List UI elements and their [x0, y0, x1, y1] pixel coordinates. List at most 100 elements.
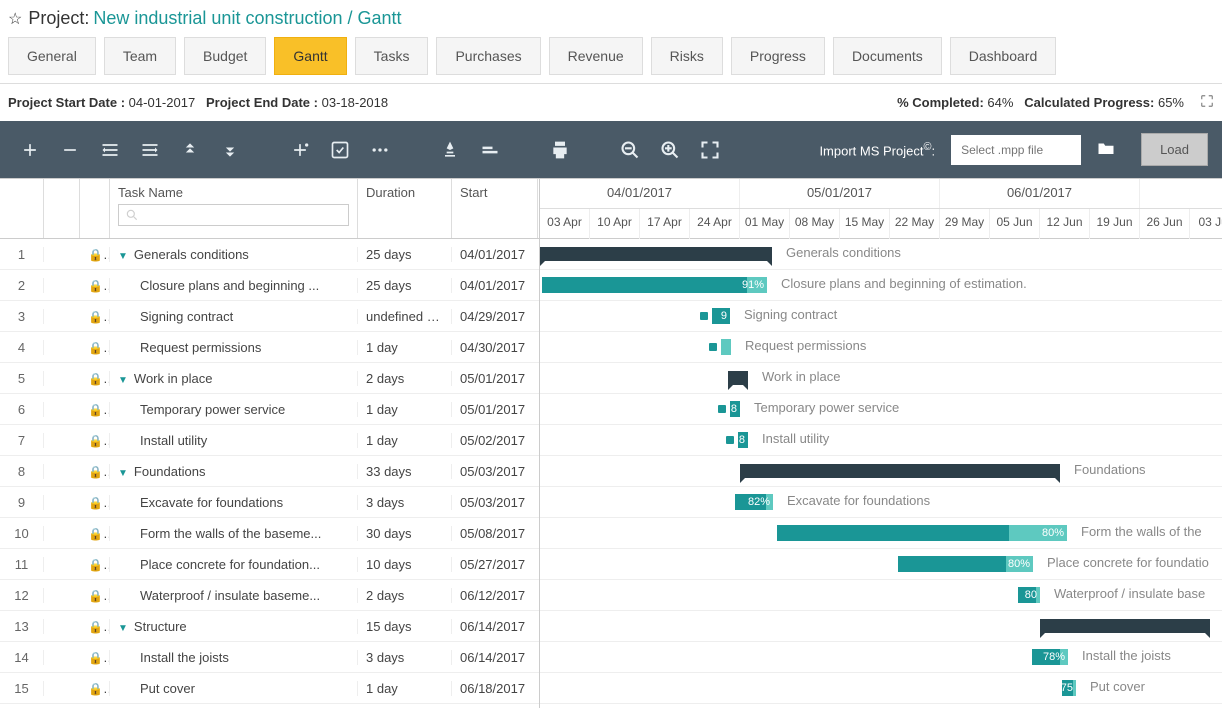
zoom-out-icon[interactable]	[614, 136, 646, 164]
task-row[interactable]: 10🔒Form the walls of the baseme...30 day…	[0, 518, 539, 549]
start-cell[interactable]: 04/01/2017	[452, 278, 538, 293]
lock-icon[interactable]: 🔒	[80, 278, 110, 293]
timeline-row[interactable]: Stru	[540, 611, 1222, 642]
outdent-icon[interactable]	[94, 136, 126, 164]
lock-icon[interactable]: 🔒	[80, 464, 110, 479]
timeline-row[interactable]: 9Signing contract	[540, 301, 1222, 332]
indent-icon[interactable]	[134, 136, 166, 164]
task-bar[interactable]: 80%	[777, 525, 1067, 541]
summary-bar[interactable]	[728, 371, 748, 385]
start-cell[interactable]: 06/12/2017	[452, 588, 538, 603]
print-icon[interactable]	[544, 136, 576, 164]
duration-cell[interactable]: 33 days	[358, 464, 452, 479]
task-row[interactable]: 2🔒Closure plans and beginning ...25 days…	[0, 270, 539, 301]
task-name-cell[interactable]: Put cover	[110, 681, 358, 696]
task-row[interactable]: 12🔒Waterproof / insulate baseme...2 days…	[0, 580, 539, 611]
tab-general[interactable]: General	[8, 37, 96, 75]
zoom-fit-icon[interactable]	[694, 136, 726, 164]
task-row[interactable]: 13🔒▼Structure15 days06/14/2017	[0, 611, 539, 642]
task-bar[interactable]: 82%	[735, 494, 773, 510]
favorite-star-icon[interactable]: ☆	[8, 9, 22, 29]
timeline-row[interactable]: 78%Install the joists	[540, 642, 1222, 673]
baseline-icon[interactable]	[474, 136, 506, 164]
tab-gantt[interactable]: Gantt	[274, 37, 346, 75]
duration-cell[interactable]: 30 days	[358, 526, 452, 541]
task-bar[interactable]: 91%	[542, 277, 767, 293]
task-row[interactable]: 8🔒▼Foundations33 days05/03/2017	[0, 456, 539, 487]
link-handle-icon[interactable]	[700, 312, 708, 320]
task-name-cell[interactable]: Waterproof / insulate baseme...	[110, 588, 358, 603]
task-bar[interactable]	[721, 339, 731, 355]
start-cell[interactable]: 05/27/2017	[452, 557, 538, 572]
lock-icon[interactable]: 🔒	[80, 495, 110, 510]
duration-cell[interactable]: 25 days	[358, 247, 452, 262]
task-name-cell[interactable]: ▼Generals conditions	[110, 247, 358, 262]
timeline-row[interactable]: 80%Place concrete for foundatio	[540, 549, 1222, 580]
task-row[interactable]: 11🔒Place concrete for foundation...10 da…	[0, 549, 539, 580]
start-cell[interactable]: 05/03/2017	[452, 495, 538, 510]
timeline-row[interactable]: 82%Excavate for foundations	[540, 487, 1222, 518]
task-row[interactable]: 3🔒Signing contractundefined d...04/29/20…	[0, 301, 539, 332]
timeline-row[interactable]: 75Put cover	[540, 673, 1222, 704]
start-cell[interactable]: 05/03/2017	[452, 464, 538, 479]
load-button[interactable]: Load	[1141, 133, 1208, 166]
checklist-icon[interactable]	[324, 136, 356, 164]
summary-bar[interactable]	[1040, 619, 1210, 633]
expand-caret-icon[interactable]: ▼	[118, 623, 128, 634]
file-input[interactable]	[951, 135, 1081, 165]
start-cell[interactable]: 04/29/2017	[452, 309, 538, 324]
task-row[interactable]: 9🔒Excavate for foundations3 days05/03/20…	[0, 487, 539, 518]
start-cell[interactable]: 06/14/2017	[452, 619, 538, 634]
remove-task-icon[interactable]	[54, 136, 86, 164]
tab-progress[interactable]: Progress	[731, 37, 825, 75]
duration-cell[interactable]: 1 day	[358, 433, 452, 448]
task-row[interactable]: 6🔒Temporary power service1 day05/01/2017	[0, 394, 539, 425]
task-bar[interactable]: 78%	[1032, 649, 1068, 665]
task-row[interactable]: 4🔒Request permissions1 day04/30/2017	[0, 332, 539, 363]
task-row[interactable]: 1🔒▼Generals conditions25 days04/01/2017	[0, 239, 539, 270]
duration-cell[interactable]: 1 day	[358, 402, 452, 417]
task-search-input[interactable]	[118, 204, 349, 226]
duration-cell[interactable]: 2 days	[358, 371, 452, 386]
task-bar[interactable]: 8	[738, 432, 748, 448]
start-cell[interactable]: 04/01/2017	[452, 247, 538, 262]
lock-icon[interactable]: 🔒	[80, 309, 110, 324]
lock-icon[interactable]: 🔒	[80, 433, 110, 448]
timeline-body[interactable]: Generals conditions91%Closure plans and …	[540, 239, 1222, 704]
duration-cell[interactable]: 3 days	[358, 495, 452, 510]
lock-icon[interactable]: 🔒	[80, 557, 110, 572]
task-name-cell[interactable]: Form the walls of the baseme...	[110, 526, 358, 541]
task-bar[interactable]: 75	[1062, 680, 1076, 696]
zoom-in-icon[interactable]	[654, 136, 686, 164]
start-cell[interactable]: 06/18/2017	[452, 681, 538, 696]
task-bar[interactable]: 9	[712, 308, 730, 324]
tab-budget[interactable]: Budget	[184, 37, 266, 75]
task-bar[interactable]: 8	[730, 401, 740, 417]
start-cell[interactable]: 05/01/2017	[452, 402, 538, 417]
tab-purchases[interactable]: Purchases	[436, 37, 540, 75]
task-name-cell[interactable]: ▼Foundations	[110, 464, 358, 479]
task-name-cell[interactable]: Install utility	[110, 433, 358, 448]
duration-cell[interactable]: 1 day	[358, 340, 452, 355]
start-cell[interactable]: 05/01/2017	[452, 371, 538, 386]
timeline-row[interactable]: 80Waterproof / insulate base	[540, 580, 1222, 611]
duration-cell[interactable]: 2 days	[358, 588, 452, 603]
timeline-row[interactable]: Work in place	[540, 363, 1222, 394]
lock-icon[interactable]: 🔒	[80, 402, 110, 417]
tab-team[interactable]: Team	[104, 37, 176, 75]
lock-icon[interactable]: 🔒	[80, 681, 110, 696]
summary-bar[interactable]	[540, 247, 772, 261]
duration-cell[interactable]: 3 days	[358, 650, 452, 665]
task-bar[interactable]: 80%	[898, 556, 1033, 572]
task-name-cell[interactable]: Excavate for foundations	[110, 495, 358, 510]
duration-cell[interactable]: 25 days	[358, 278, 452, 293]
expand-caret-icon[interactable]: ▼	[118, 251, 128, 262]
timeline-row[interactable]: 8Temporary power service	[540, 394, 1222, 425]
task-row[interactable]: 15🔒Put cover1 day06/18/2017	[0, 673, 539, 704]
add-task-icon[interactable]	[14, 136, 46, 164]
duration-cell[interactable]: 10 days	[358, 557, 452, 572]
duration-cell[interactable]: 15 days	[358, 619, 452, 634]
task-name-cell[interactable]: Temporary power service	[110, 402, 358, 417]
expand-caret-icon[interactable]: ▼	[118, 375, 128, 386]
project-name[interactable]: New industrial unit construction / Gantt	[93, 8, 401, 29]
